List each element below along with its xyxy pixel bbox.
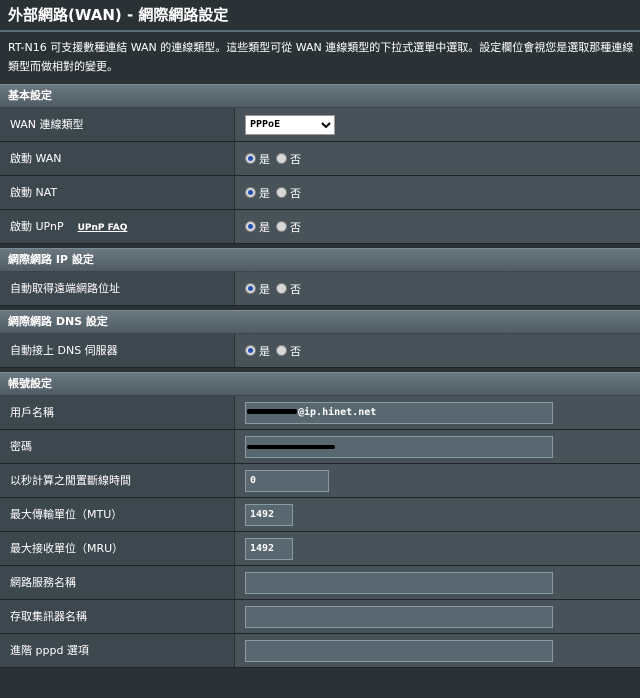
password-label: 密碼 [0, 430, 235, 463]
row-pppd-options: 進階 pppd 選項 [0, 634, 640, 668]
row-enable-nat: 啟動 NAT 是 否 [0, 176, 640, 210]
ac-name-input[interactable] [245, 605, 553, 628]
mtu-input[interactable] [245, 503, 293, 526]
page-description: RT-N16 可支援數種連結 WAN 的連線類型。這些類型可從 WAN 連線類型… [8, 41, 634, 73]
wan-type-label: WAN 連線類型 [0, 108, 235, 141]
idle-time-label: 以秒計算之閒置斷線時間 [0, 464, 235, 497]
password-redaction [247, 445, 335, 449]
service-name-label: 網路服務名稱 [0, 566, 235, 599]
radio-selected-icon [245, 153, 256, 164]
basic-settings-section: 基本設定 WAN 連線類型 PPPoE 啟動 WAN 是 否 啟動 NAT 是 … [0, 84, 640, 244]
account-settings-section: 帳號設定 用戶名稱 密碼 以秒計算之閒置斷線時間 最大傳輸單位（MTU） 最大接… [0, 372, 640, 668]
radio-selected-icon [245, 345, 256, 356]
pppd-options-label: 進階 pppd 選項 [0, 634, 235, 667]
radio-yes-label: 是 [259, 186, 270, 200]
idle-time-input[interactable] [245, 469, 329, 492]
upnp-faq-link[interactable]: UPnP FAQ [78, 223, 128, 233]
radio-yes-label: 是 [259, 152, 270, 166]
enable-wan-no-radio[interactable]: 否 [276, 151, 301, 167]
radio-no-label: 否 [290, 152, 301, 166]
enable-upnp-yes-radio[interactable]: 是 [245, 219, 270, 235]
row-ac-name: 存取集訊器名稱 [0, 600, 640, 634]
row-auto-dns: 自動接上 DNS 伺服器 是 否 [0, 334, 640, 368]
row-mru: 最大接收單位（MRU） [0, 532, 640, 566]
row-mtu: 最大傳輸單位（MTU） [0, 498, 640, 532]
username-redaction [247, 409, 297, 414]
row-enable-upnp: 啟動 UPnP UPnP FAQ 是 否 [0, 210, 640, 244]
enable-upnp-label-cell: 啟動 UPnP UPnP FAQ [0, 210, 235, 243]
section-heading-basic: 基本設定 [0, 84, 640, 108]
wan-type-select[interactable]: PPPoE [245, 114, 335, 135]
ip-settings-section: 網際網路 IP 設定 自動取得遠端網路位址 是 否 [0, 248, 640, 306]
row-username: 用戶名稱 [0, 396, 640, 430]
auto-ip-label: 自動取得遠端網路位址 [0, 272, 235, 305]
radio-unselected-icon [276, 345, 287, 356]
auto-dns-label: 自動接上 DNS 伺服器 [0, 334, 235, 367]
row-password: 密碼 [0, 430, 640, 464]
radio-unselected-icon [276, 221, 287, 232]
auto-ip-yes-radio[interactable]: 是 [245, 281, 270, 297]
row-auto-ip: 自動取得遠端網路位址 是 否 [0, 272, 640, 306]
radio-yes-label: 是 [259, 344, 270, 358]
radio-yes-label: 是 [259, 282, 270, 296]
service-name-input[interactable] [245, 571, 553, 594]
radio-no-label: 否 [290, 282, 301, 296]
enable-nat-no-radio[interactable]: 否 [276, 185, 301, 201]
row-wan-type: WAN 連線類型 PPPoE [0, 108, 640, 142]
row-enable-wan: 啟動 WAN 是 否 [0, 142, 640, 176]
auto-ip-no-radio[interactable]: 否 [276, 281, 301, 297]
enable-upnp-label: 啟動 UPnP [10, 220, 64, 233]
radio-unselected-icon [276, 187, 287, 198]
enable-wan-label: 啟動 WAN [0, 142, 235, 175]
ac-name-label: 存取集訊器名稱 [0, 600, 235, 633]
username-label: 用戶名稱 [0, 396, 235, 429]
radio-selected-icon [245, 221, 256, 232]
pppd-options-input[interactable] [245, 639, 553, 662]
radio-no-label: 否 [290, 344, 301, 358]
dns-settings-section: 網際網路 DNS 設定 自動接上 DNS 伺服器 是 否 [0, 310, 640, 368]
section-heading-ip: 網際網路 IP 設定 [0, 248, 640, 272]
row-service-name: 網路服務名稱 [0, 566, 640, 600]
enable-nat-yes-radio[interactable]: 是 [245, 185, 270, 201]
section-heading-account: 帳號設定 [0, 372, 640, 396]
radio-no-label: 否 [290, 186, 301, 200]
enable-nat-label: 啟動 NAT [0, 176, 235, 209]
title-divider [0, 30, 640, 32]
radio-no-label: 否 [290, 220, 301, 234]
enable-wan-yes-radio[interactable]: 是 [245, 151, 270, 167]
radio-selected-icon [245, 283, 256, 294]
mru-label: 最大接收單位（MRU） [0, 532, 235, 565]
section-heading-dns: 網際網路 DNS 設定 [0, 310, 640, 334]
mru-input[interactable] [245, 537, 293, 560]
radio-unselected-icon [276, 283, 287, 294]
mtu-label: 最大傳輸單位（MTU） [0, 498, 235, 531]
page-title: 外部網路(WAN) - 網際網路設定 [0, 0, 640, 30]
enable-upnp-no-radio[interactable]: 否 [276, 219, 301, 235]
auto-dns-no-radio[interactable]: 否 [276, 343, 301, 359]
radio-unselected-icon [276, 153, 287, 164]
radio-selected-icon [245, 187, 256, 198]
radio-yes-label: 是 [259, 220, 270, 234]
row-idle-time: 以秒計算之閒置斷線時間 [0, 464, 640, 498]
auto-dns-yes-radio[interactable]: 是 [245, 343, 270, 359]
